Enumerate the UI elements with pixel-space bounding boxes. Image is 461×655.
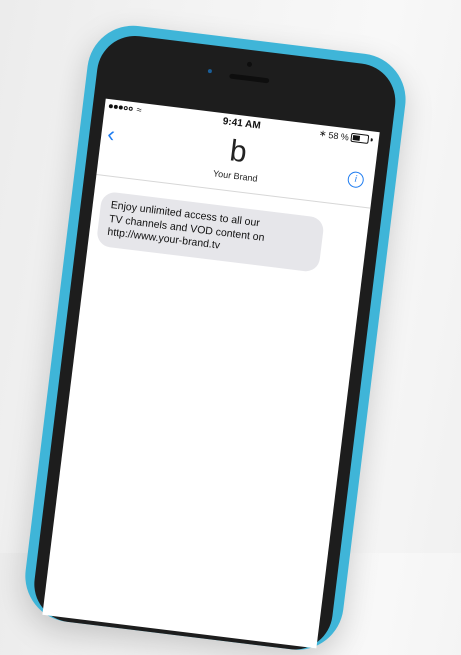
message-bubble: Enjoy unlimited access to all our TV cha…: [95, 190, 325, 273]
phone: ≈ 9:41 AM ∗ 58 % ‹ b Your Brand i Enjoy …: [20, 20, 411, 655]
screen: ≈ 9:41 AM ∗ 58 % ‹ b Your Brand i Enjoy …: [42, 98, 380, 649]
battery-tip: [370, 138, 373, 142]
scene: ≈ 9:41 AM ∗ 58 % ‹ b Your Brand i Enjoy …: [0, 0, 461, 655]
battery-percent: 58 %: [327, 129, 350, 142]
battery-status: ∗ 58 %: [318, 128, 373, 146]
speaker-grille: [229, 73, 270, 84]
bluetooth-icon: ∗: [318, 127, 328, 139]
battery-icon: [350, 132, 370, 144]
front-camera-icon: [246, 61, 253, 68]
battery-fill: [352, 135, 361, 141]
sensor-icon: [207, 68, 213, 74]
